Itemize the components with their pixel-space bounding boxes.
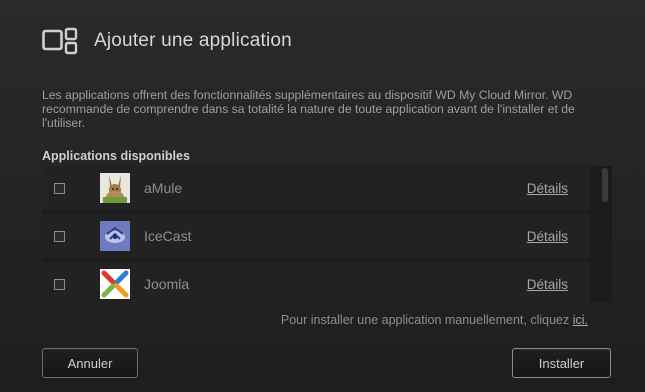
- dialog-header: Ajouter une application: [42, 24, 292, 58]
- manual-install-label: Pour installer une application manuellem…: [280, 313, 573, 327]
- manual-install-text: Pour installer une application manuellem…: [281, 313, 588, 327]
- app-details-link[interactable]: Détails: [527, 277, 568, 292]
- available-apps-heading: Applications disponibles: [42, 149, 190, 163]
- scrollbar-thumb[interactable]: [602, 168, 608, 202]
- app-row-amule[interactable]: aMule Détails: [42, 166, 590, 210]
- icecast-icon: [100, 221, 130, 251]
- app-details-link[interactable]: Détails: [527, 181, 568, 196]
- app-checkbox-joomla[interactable]: [54, 278, 65, 290]
- apps-list[interactable]: aMule Détails IceCast Détails Joomla Dét…: [42, 166, 612, 302]
- add-app-icon: [42, 26, 78, 56]
- apps-list-scrollbar[interactable]: [598, 166, 612, 302]
- app-checkbox-amule[interactable]: [54, 182, 65, 194]
- install-button[interactable]: Installer: [512, 348, 611, 378]
- amule-icon: [100, 173, 130, 203]
- app-row-icecast[interactable]: IceCast Détails: [42, 214, 590, 258]
- app-checkbox-icecast[interactable]: [54, 230, 65, 242]
- add-application-dialog: Ajouter une application Les applications…: [0, 0, 645, 392]
- app-row-joomla[interactable]: Joomla Détails: [42, 262, 590, 302]
- app-details-link[interactable]: Détails: [527, 229, 568, 244]
- cancel-button[interactable]: Annuler: [42, 348, 138, 378]
- dialog-description: Les applications offrent des fonctionnal…: [42, 88, 575, 130]
- app-name: aMule: [144, 180, 183, 196]
- app-name: Joomla: [144, 276, 190, 292]
- footer-divider: [0, 336, 645, 337]
- joomla-icon: [100, 269, 130, 299]
- manual-install-link[interactable]: ici.: [573, 313, 588, 327]
- dialog-title: Ajouter une application: [94, 30, 292, 51]
- app-name: IceCast: [144, 228, 192, 244]
